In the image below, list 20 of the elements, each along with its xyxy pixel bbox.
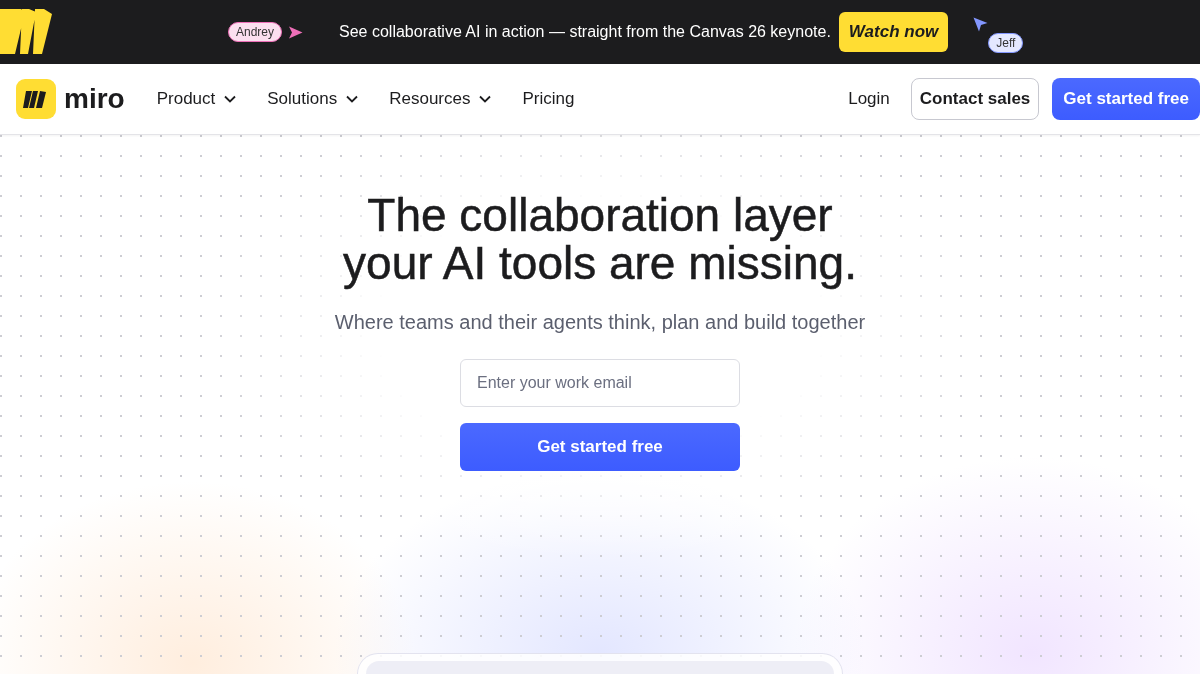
collaborator-name-tag: Jeff <box>988 33 1024 53</box>
get-started-button[interactable]: Get started free <box>1052 78 1200 120</box>
watch-now-button[interactable]: Watch now <box>838 12 949 52</box>
get-started-button[interactable]: Get started free <box>460 423 740 471</box>
announcement-text: See collaborative AI in action — straight from the Canvas 26 keynote. <box>339 23 831 41</box>
chevron-down-icon <box>346 95 359 103</box>
email-field[interactable]: Enter your work email <box>460 359 740 407</box>
chevron-down-icon <box>224 95 237 103</box>
contact-sales-button[interactable]: Contact sales <box>910 78 1040 120</box>
login-link[interactable]: Login <box>848 89 890 109</box>
collaborator-name-tag: Andrey <box>228 22 283 42</box>
nav-menu-item[interactable]: Solutions <box>267 89 359 109</box>
nav-menu-item[interactable]: Resources <box>389 89 492 109</box>
nav-menu-item[interactable]: Product <box>156 89 237 109</box>
nav-menu-item[interactable]: Pricing <box>522 89 575 109</box>
hero-heading: The collaboration layer your AI tools are missing. <box>342 191 858 287</box>
chevron-down-icon <box>479 95 492 103</box>
logo-icon[interactable] <box>16 79 56 119</box>
hero-subheading: Where teams and their agents think, plan and build together <box>334 310 866 335</box>
logo-wordmark[interactable]: miro <box>64 83 125 115</box>
